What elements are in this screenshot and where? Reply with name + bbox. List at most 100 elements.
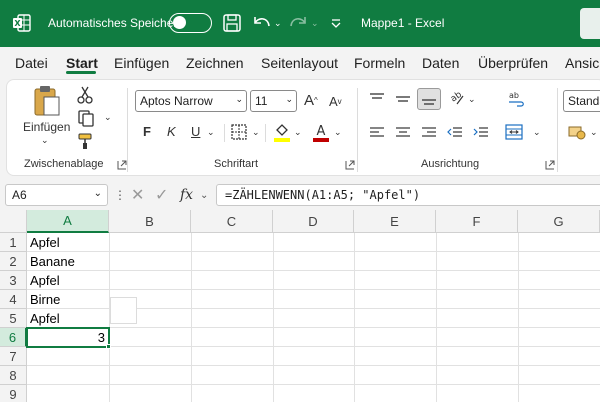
gridline <box>27 251 600 252</box>
redo-dropdown-icon[interactable]: ⌄ <box>311 11 319 35</box>
align-middle-icon[interactable] <box>395 92 411 106</box>
grow-font-button[interactable]: A ^ <box>304 92 318 109</box>
align-bottom-button[interactable] <box>417 88 441 110</box>
align-center-icon[interactable] <box>395 126 411 140</box>
enter-icon[interactable]: ✓ <box>155 186 168 204</box>
column-header-a[interactable]: A <box>27 210 109 233</box>
autosave-toggle[interactable] <box>169 13 212 33</box>
gridline <box>191 233 192 402</box>
name-box[interactable]: A6 ⌄ <box>5 184 108 206</box>
title-bar-right-button[interactable] <box>580 8 600 39</box>
font-name-combo[interactable]: Aptos Narrow ⌄ <box>135 90 247 112</box>
column-header-d[interactable]: D <box>273 210 354 233</box>
font-size-combo[interactable]: 11 ⌄ <box>250 90 297 112</box>
undo-icon[interactable] <box>251 11 273 35</box>
chevron-down-icon: ⌄ <box>235 94 243 104</box>
underline-button[interactable]: U <box>191 124 200 139</box>
shrink-font-button[interactable]: Av <box>329 94 342 109</box>
font-launcher-icon[interactable] <box>345 160 355 170</box>
paste-dropdown-icon[interactable]: ⌄ <box>41 135 49 146</box>
row-header-6[interactable]: 6 <box>0 328 27 347</box>
number-format-dropdown-icon[interactable]: ⌄ <box>590 127 598 138</box>
font-color-icon[interactable]: A <box>312 122 330 142</box>
cell-a3[interactable]: Apfel <box>27 271 109 290</box>
tab-datei[interactable]: Datei <box>15 55 48 71</box>
row-header-1[interactable]: 1 <box>0 233 27 252</box>
insert-function-button[interactable]: fx <box>180 186 193 204</box>
clipboard-launcher-icon[interactable] <box>117 160 127 170</box>
tab-start[interactable]: Start <box>66 55 98 71</box>
alignment-launcher-icon[interactable] <box>545 160 555 170</box>
name-box-value: A6 <box>12 188 27 202</box>
tab-ansicht[interactable]: Ansicht <box>565 55 600 71</box>
row-header-4[interactable]: 4 <box>0 290 27 309</box>
group-label-clipboard: Zwischenablage <box>24 158 104 170</box>
cell-a5[interactable]: Apfel <box>27 309 109 328</box>
column-header-b[interactable]: B <box>109 210 191 233</box>
chevron-down-icon: ⌄ <box>285 94 293 104</box>
paste-icon[interactable] <box>32 84 62 118</box>
row-header-2[interactable]: 2 <box>0 252 27 271</box>
underline-dropdown-icon[interactable]: ⌄ <box>207 127 215 138</box>
format-painter-icon[interactable] <box>77 132 95 150</box>
fill-color-icon[interactable] <box>273 122 291 142</box>
svg-text:A: A <box>317 124 326 139</box>
number-format-value: Standard <box>568 94 600 108</box>
worksheet-grid[interactable]: A B C D E F G 1 2 3 4 5 6 7 8 9 Apfel Ba… <box>0 210 600 402</box>
paste-button[interactable]: Einfügen <box>23 120 70 134</box>
group-label-font: Schriftart <box>214 158 259 170</box>
column-header-f[interactable]: F <box>436 210 518 233</box>
row-header-3[interactable]: 3 <box>0 271 27 290</box>
formula-dropdown-icon[interactable]: ⌄ <box>200 186 208 204</box>
excel-logo-icon[interactable]: X <box>12 13 32 33</box>
tab-ueberpruefen[interactable]: Überprüfen <box>478 55 548 71</box>
column-header-g[interactable]: G <box>518 210 600 233</box>
wrap-text-icon[interactable]: ab <box>507 90 525 108</box>
save-icon[interactable] <box>222 11 242 35</box>
fill-handle[interactable] <box>106 344 111 349</box>
italic-button[interactable]: K <box>167 124 176 139</box>
row-header-7[interactable]: 7 <box>0 347 27 366</box>
column-header-e[interactable]: E <box>354 210 436 233</box>
merge-dropdown-icon[interactable]: ⌄ <box>533 127 541 138</box>
align-top-icon[interactable] <box>369 92 385 106</box>
tab-zeichnen[interactable]: Zeichnen <box>186 55 244 71</box>
tab-einfuegen[interactable]: Einfügen <box>114 55 169 71</box>
cut-icon[interactable] <box>77 86 93 104</box>
cell-a4[interactable]: Birne <box>27 290 109 309</box>
undo-dropdown-icon[interactable]: ⌄ <box>274 11 282 35</box>
number-format-icon[interactable] <box>567 124 587 140</box>
row-header-8[interactable]: 8 <box>0 366 27 385</box>
cell-a2[interactable]: Banane <box>27 252 109 271</box>
cell-a1[interactable]: Apfel <box>27 233 109 252</box>
customize-qat-icon[interactable] <box>330 11 342 35</box>
borders-icon[interactable] <box>231 124 247 140</box>
row-header-9[interactable]: 9 <box>0 385 27 402</box>
orientation-icon[interactable]: ab <box>447 90 465 108</box>
number-format-combo[interactable]: Standard <box>563 90 600 112</box>
svg-text:X: X <box>14 19 21 28</box>
decrease-indent-icon[interactable] <box>447 126 463 140</box>
cancel-icon[interactable]: ✕ <box>131 186 144 204</box>
copy-dropdown-icon[interactable]: ⌄ <box>104 112 112 123</box>
borders-dropdown-icon[interactable]: ⌄ <box>252 127 260 138</box>
align-left-icon[interactable] <box>369 126 385 140</box>
copy-icon[interactable] <box>77 109 95 127</box>
font-color-dropdown-icon[interactable]: ⌄ <box>334 127 342 138</box>
more-options-icon[interactable]: ⋮ <box>114 186 126 204</box>
gridline <box>354 233 355 402</box>
tab-seitenlayout[interactable]: Seitenlayout <box>261 55 338 71</box>
row-header-5[interactable]: 5 <box>0 309 27 328</box>
column-header-c[interactable]: C <box>191 210 273 233</box>
redo-icon[interactable] <box>287 11 309 35</box>
tab-formeln[interactable]: Formeln <box>354 55 405 71</box>
formula-input[interactable]: =ZÄHLENWENN(A1:A5; "Apfel") <box>216 184 600 206</box>
increase-indent-icon[interactable] <box>473 126 489 140</box>
orientation-dropdown-icon[interactable]: ⌄ <box>468 94 476 105</box>
merge-center-icon[interactable] <box>505 124 523 140</box>
select-all-button[interactable] <box>0 210 27 233</box>
align-right-icon[interactable] <box>421 126 437 140</box>
bold-button[interactable]: F <box>143 124 151 139</box>
fill-color-dropdown-icon[interactable]: ⌄ <box>294 127 302 138</box>
tab-daten[interactable]: Daten <box>422 55 459 71</box>
